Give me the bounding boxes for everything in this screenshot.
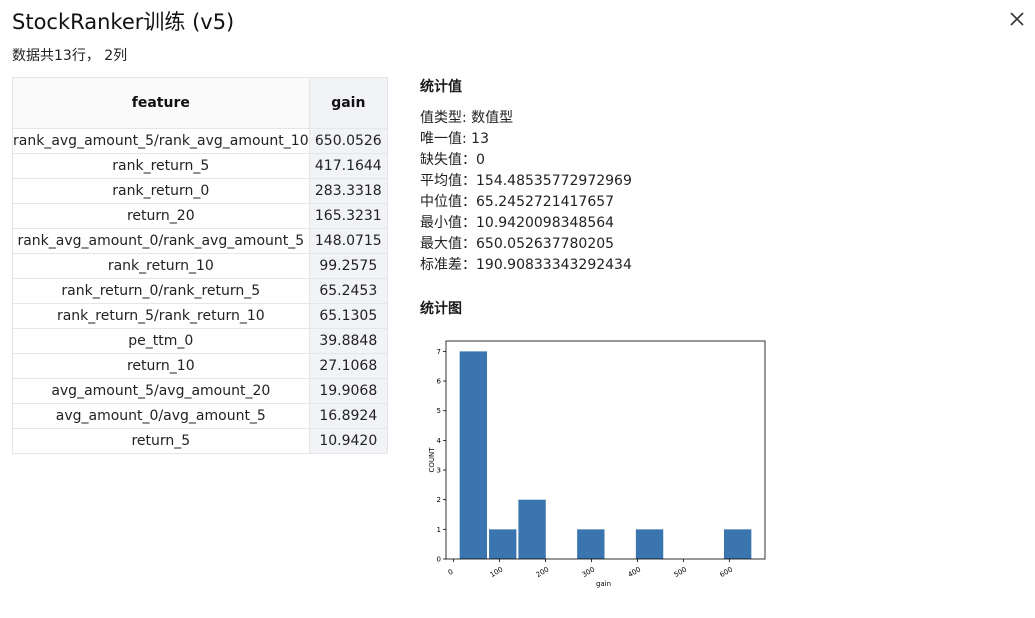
stat-line: 标准差：190.90833343292434 <box>420 257 632 273</box>
plot-frame <box>445 340 766 560</box>
cell-gain: 39.8848 <box>308 328 389 354</box>
cell-gain: 283.3318 <box>308 178 389 204</box>
histogram-bar <box>489 529 517 559</box>
cell-feature: avg_amount_0/avg_amount_5 <box>12 403 310 429</box>
cell-gain: 165.3231 <box>308 203 389 229</box>
table-row: return_10 27.1068 <box>12 353 389 379</box>
cell-gain: 65.1305 <box>308 303 389 329</box>
cell-feature: rank_return_10 <box>12 253 310 279</box>
x-tick-label: 200 <box>535 565 551 579</box>
cell-gain: 19.9068 <box>308 378 389 404</box>
table-row: rank_return_10 99.2575 <box>12 253 389 279</box>
x-tick-label: 600 <box>719 565 735 579</box>
table-header-row: feature gain <box>12 77 389 129</box>
stat-line: 缺失值：0 <box>420 152 485 168</box>
table-row: rank_return_0/rank_return_5 65.2453 <box>12 278 389 304</box>
stat-line: 平均值：154.48535772972969 <box>420 173 632 189</box>
cell-gain: 99.2575 <box>308 253 389 279</box>
cell-gain: 10.9420 <box>308 428 389 454</box>
cell-feature: rank_avg_amount_0/rank_avg_amount_5 <box>12 228 310 254</box>
y-tick-label: 5 <box>437 407 441 415</box>
histogram-bar <box>723 529 752 559</box>
x-tick-label: 100 <box>489 565 505 579</box>
cell-feature: return_10 <box>12 353 310 379</box>
table-row: rank_avg_amount_5/rank_avg_amount_10 650.… <box>12 128 389 154</box>
table-row: pe_ttm_0 39.8848 <box>12 328 389 354</box>
column-header-feature[interactable]: feature <box>12 77 310 129</box>
cell-gain: 148.0715 <box>308 228 389 254</box>
y-tick-label: 2 <box>437 496 441 504</box>
cell-feature: rank_return_5 <box>12 153 310 179</box>
x-tick-label: 300 <box>581 565 597 579</box>
x-tick-label: 500 <box>673 565 689 579</box>
y-tick-label: 3 <box>437 467 441 475</box>
x-axis-label: gain <box>596 580 611 588</box>
table-row: rank_return_5/rank_return_10 65.1305 <box>12 303 389 329</box>
cell-gain: 16.8924 <box>308 403 389 429</box>
stats-list: 值类型: 数值型 唯一值: 13 缺失值：0 平均值：154.485357729729… <box>420 108 632 276</box>
dialog: StockRanker训练 (v5) 数据共13行， 2列 feature ga… <box>0 0 1035 618</box>
histogram-bar <box>459 351 488 559</box>
cell-feature: rank_return_5/rank_return_10 <box>12 303 310 329</box>
table-row: rank_return_0 283.3318 <box>12 178 389 204</box>
x-tick-label: 0 <box>447 568 455 577</box>
stat-line: 最小值：10.9420098348564 <box>420 215 615 231</box>
chart-heading: 统计图 <box>420 301 462 317</box>
stats-heading: 统计值 <box>420 79 462 95</box>
cell-feature: return_20 <box>12 203 310 229</box>
histogram-bar <box>518 499 546 559</box>
close-icon[interactable] <box>1009 11 1025 27</box>
table-body: rank_avg_amount_5/rank_avg_amount_10 650.… <box>12 128 389 454</box>
cell-gain: 27.1068 <box>308 353 389 379</box>
histogram-bar <box>635 529 664 559</box>
y-axis-label: COUNT <box>428 447 436 473</box>
y-tick-label: 0 <box>437 556 441 564</box>
stat-line: 中位值：65.2452721417657 <box>420 194 615 210</box>
histogram-bar <box>577 529 605 559</box>
cell-feature: rank_return_0/rank_return_5 <box>12 278 310 304</box>
cell-feature: rank_return_0 <box>12 178 310 204</box>
table-row: avg_amount_0/avg_amount_5 16.8924 <box>12 403 389 429</box>
table-row: return_20 165.3231 <box>12 203 389 229</box>
cell-gain: 65.2453 <box>308 278 389 304</box>
cell-gain: 650.0526 <box>308 128 389 154</box>
y-tick-label: 6 <box>437 378 442 386</box>
table-row: return_5 10.9420 <box>12 428 389 454</box>
x-tick-label: 400 <box>627 565 643 579</box>
cell-feature: pe_ttm_0 <box>12 328 310 354</box>
cell-gain: 417.1644 <box>308 153 389 179</box>
table-row: rank_avg_amount_0/rank_avg_amount_5 148.0… <box>12 228 389 254</box>
histogram-chart: 0 1 2 3 4 5 6 7 0 100 200 300 400 500 600 gain COUNT <box>428 340 766 588</box>
y-tick-label: 4 <box>437 437 442 445</box>
stat-line: 唯一值: 13 <box>420 131 489 147</box>
data-summary: 数据共13行， 2列 <box>12 48 128 64</box>
y-tick-label: 7 <box>437 348 441 356</box>
table-row: avg_amount_5/avg_amount_20 19.9068 <box>12 378 389 404</box>
cell-feature: avg_amount_5/avg_amount_20 <box>12 378 310 404</box>
column-header-gain[interactable]: gain <box>308 77 389 129</box>
dialog-title: StockRanker训练 (v5) <box>12 10 235 34</box>
table-row: rank_return_5 417.1644 <box>12 153 389 179</box>
cell-feature: rank_avg_amount_5/rank_avg_amount_10 <box>12 128 310 154</box>
stat-line: 最大值：650.052637780205 <box>420 236 615 252</box>
data-table: feature gain rank_avg_amount_5/rank_avg_… <box>12 77 389 454</box>
stat-line: 值类型: 数值型 <box>420 110 514 126</box>
cell-feature: return_5 <box>12 428 310 454</box>
y-tick-label: 1 <box>437 526 441 534</box>
